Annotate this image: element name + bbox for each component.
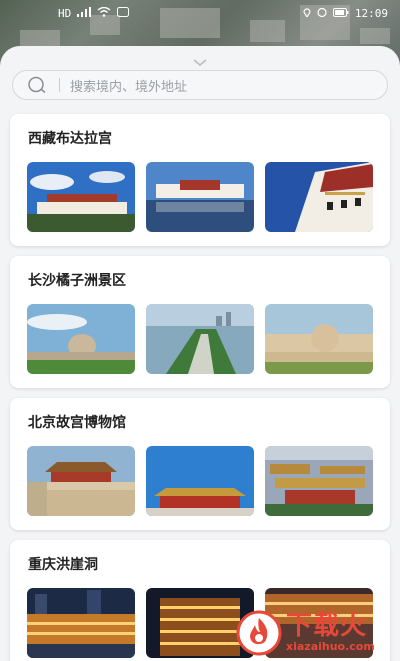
watermark-main-text: 下载火 <box>286 611 368 641</box>
notification-icon <box>117 6 130 20</box>
watermark-sub-text: xiazaihuo.com <box>286 640 375 653</box>
sheet-handle-chevron-icon[interactable] <box>193 52 207 67</box>
section-title: 北京故宫博物馆 <box>28 415 126 431</box>
location-icon <box>303 7 311 20</box>
palace-reflection-photo[interactable] <box>146 162 254 232</box>
search-bar[interactable]: 搜索境内、境外地址 <box>12 70 388 100</box>
search-input[interactable]: 搜索境内、境外地址 <box>70 76 187 95</box>
alarm-icon <box>317 7 327 20</box>
section-title: 西藏布达拉宫 <box>28 131 112 147</box>
wifi-icon <box>97 6 111 20</box>
status-bar: HD 12:09 <box>0 0 400 26</box>
flame-logo-icon <box>236 610 282 656</box>
statue-sky-photo[interactable] <box>27 304 135 374</box>
watermark: 下载火 xiazaihuo.com <box>236 606 396 660</box>
hongyadong-night-photo[interactable] <box>27 588 135 658</box>
island-aerial-photo[interactable] <box>146 304 254 374</box>
section-card-potala[interactable]: 西藏布达拉宫 <box>10 114 390 246</box>
forbidden-city-courtyard-photo[interactable] <box>27 446 135 516</box>
forbidden-city-gate-photo[interactable] <box>146 446 254 516</box>
bottom-sheet: 搜索境内、境外地址 西藏布达拉宫 长沙橘子洲景区 北京故宫博物馆 重庆洪崖洞 <box>0 46 400 661</box>
section-title: 重庆洪崖洞 <box>28 557 98 573</box>
statue-sunset-photo[interactable] <box>265 304 373 374</box>
search-icon <box>28 76 46 94</box>
palace-sky-photo[interactable] <box>27 162 135 232</box>
forbidden-city-aerial-photo[interactable] <box>265 446 373 516</box>
section-card-juzizhou[interactable]: 长沙橘子洲景区 <box>10 256 390 388</box>
section-title: 长沙橘子洲景区 <box>28 273 126 289</box>
signal-icon <box>77 6 92 20</box>
clock-time: 12:09 <box>354 6 388 20</box>
palace-closeup-photo[interactable] <box>265 162 373 232</box>
search-separator <box>59 78 60 92</box>
section-card-palace-museum[interactable]: 北京故宫博物馆 <box>10 398 390 530</box>
hd-indicator: HD <box>58 6 72 20</box>
battery-icon <box>332 7 349 20</box>
